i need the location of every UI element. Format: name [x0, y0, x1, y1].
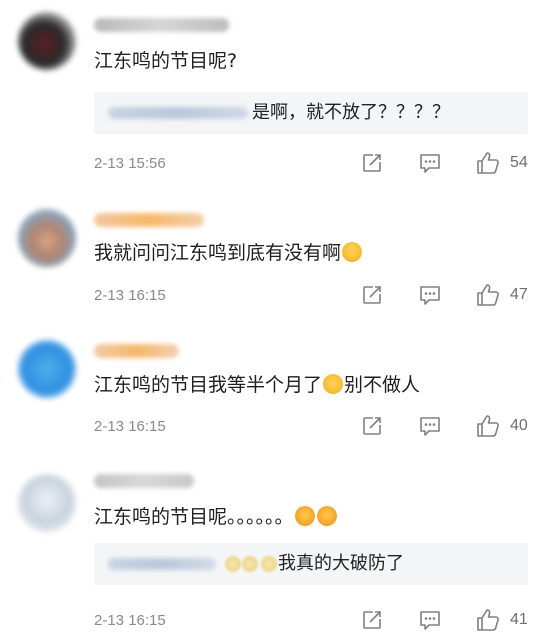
- thumbs-up-icon[interactable]: [475, 150, 501, 176]
- comment-text-tail: 别不做人: [344, 374, 421, 396]
- comment-timestamp: 2-13 16:15: [94, 418, 166, 435]
- thumbs-up-icon[interactable]: [475, 282, 501, 308]
- avatar[interactable]: [18, 12, 76, 70]
- share-icon[interactable]: [361, 152, 383, 174]
- comment-timestamp: 2-13 15:56: [94, 155, 166, 172]
- comment-text-body: 江东鸣的节目我等半个月了: [94, 374, 323, 396]
- comment-timestamp: 2-13 16:15: [94, 612, 166, 629]
- sweat-smile-emoji: [323, 374, 344, 394]
- pleading-face-emoji: [342, 242, 363, 262]
- like-count: 54: [510, 154, 528, 171]
- avatar[interactable]: [18, 474, 76, 532]
- comment-icon[interactable]: [418, 284, 442, 306]
- username-blurred[interactable]: [94, 474, 194, 488]
- comment-item: 江东鸣的节目呢。。。。。。 我真的大破防了 2-13 16:15 41: [0, 462, 547, 640]
- reply-text: 是啊，就不放了？？？？: [252, 102, 450, 123]
- username-blurred[interactable]: [94, 344, 179, 358]
- thumbs-up-icon[interactable]: [475, 607, 501, 633]
- emoji-blurred: [225, 556, 241, 572]
- reply-username-blurred[interactable]: [108, 107, 248, 119]
- comment-icon[interactable]: [418, 152, 442, 174]
- share-icon[interactable]: [361, 415, 383, 437]
- reply-username-blurred[interactable]: [108, 558, 216, 570]
- like-count: 47: [510, 286, 528, 303]
- comment-item: 江东鸣的节目我等半个月了 别不做人 2-13 16:15 40: [0, 330, 547, 460]
- username-blurred[interactable]: [94, 18, 229, 32]
- comment-timestamp: 2-13 16:15: [94, 287, 166, 304]
- comment-text: 江东鸣的节目呢?: [94, 50, 238, 72]
- avatar[interactable]: [18, 340, 76, 398]
- crying-face-emoji: [316, 506, 337, 526]
- comment-text-body: 我就问问江东鸣到底有没有啊: [94, 242, 342, 264]
- reply-box[interactable]: 是啊，就不放了？？？？: [94, 92, 528, 134]
- reply-box[interactable]: 我真的大破防了: [94, 543, 528, 585]
- like-count: 40: [510, 417, 528, 434]
- reply-text: 我真的大破防了: [278, 553, 404, 574]
- comment-text: 江东鸣的节目我等半个月了 别不做人: [94, 372, 420, 398]
- comment-text-body: 江东鸣的节目呢。。。。。。: [94, 506, 294, 528]
- like-count: 41: [510, 611, 528, 628]
- avatar[interactable]: [18, 209, 76, 267]
- comment-text: 我就问问江东鸣到底有没有啊: [94, 240, 363, 266]
- share-icon[interactable]: [361, 609, 383, 631]
- comment-text: 江东鸣的节目呢。。。。。。: [94, 504, 338, 530]
- emoji-blurred: [261, 556, 277, 572]
- thumbs-up-icon[interactable]: [475, 413, 501, 439]
- emoji-blurred: [242, 556, 258, 572]
- comment-icon[interactable]: [418, 609, 442, 631]
- username-blurred[interactable]: [94, 213, 204, 227]
- crying-face-emoji: [294, 506, 315, 526]
- comment-icon[interactable]: [418, 415, 442, 437]
- share-icon[interactable]: [361, 284, 383, 306]
- comment-item: 我就问问江东鸣到底有没有啊 2-13 16:15 47: [0, 195, 547, 325]
- comment-item: 江东鸣的节目呢? 是啊，就不放了？？？？ 2-13 15:56 54: [0, 0, 547, 190]
